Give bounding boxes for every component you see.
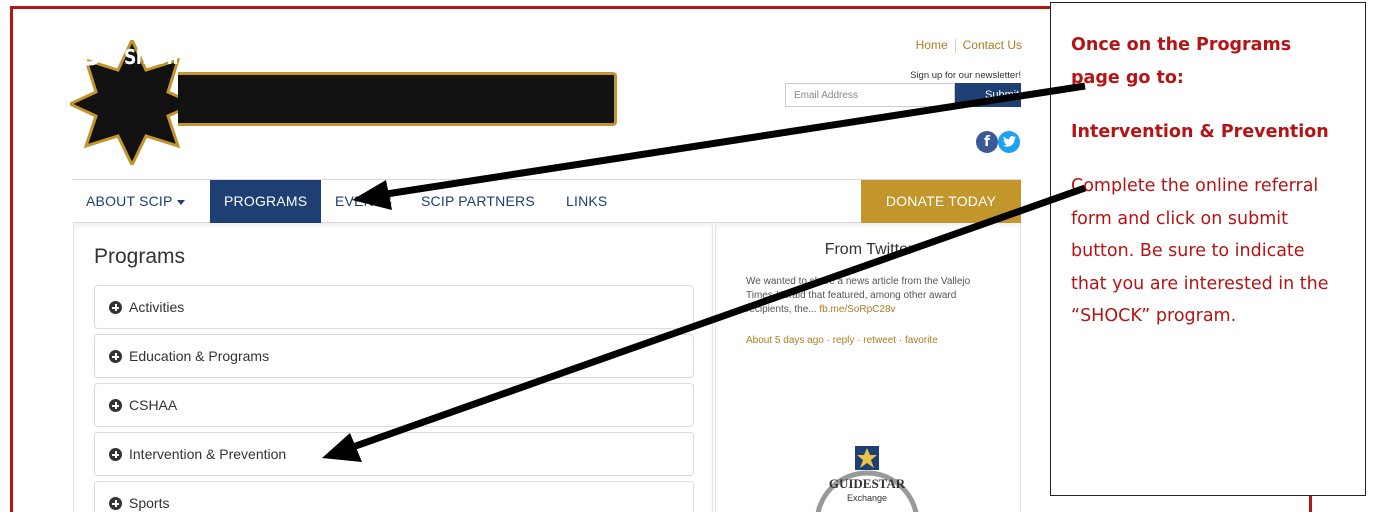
accordion-cshaa[interactable]: CSHAA (94, 383, 694, 427)
plus-circle-icon (109, 350, 122, 363)
callout-heading: Once on the Programs page go to: (1071, 35, 1292, 88)
accordion-activities[interactable]: Activities (94, 285, 694, 329)
instruction-callout: Once on the Programs page go to: Interve… (1050, 2, 1366, 496)
main-nav: ABOUT SCIP PROGRAMS EVENTS SCIP PARTNERS… (73, 179, 1021, 223)
page-title: Programs (94, 245, 186, 268)
nav-about-label: ABOUT SCIP (86, 193, 173, 209)
link-divider (954, 38, 956, 53)
plus-circle-icon (109, 448, 122, 461)
logo-title: Sheriff's Community Impact Program (124, 45, 466, 69)
twitter-panel: From Twitter We wanted to share a news a… (715, 223, 1021, 512)
plus-circle-icon (109, 301, 122, 314)
accordion-label: Education & Programs (129, 348, 270, 364)
nav-links[interactable]: LINKS (566, 180, 607, 223)
nav-events[interactable]: EVENTS (335, 180, 392, 223)
accordion-label: Intervention & Prevention (129, 446, 287, 462)
accordion-label: Sports (129, 495, 170, 511)
accordion-education-programs[interactable]: Education & Programs (94, 334, 694, 378)
contact-link[interactable]: Contact Us (963, 38, 1022, 52)
nav-programs[interactable]: PROGRAMS (210, 180, 322, 223)
facebook-icon[interactable]: f (976, 131, 998, 153)
accordion-sports[interactable]: Sports (94, 481, 694, 512)
plus-circle-icon (109, 399, 122, 412)
badge-title: GUIDESTAR (829, 476, 906, 491)
newsletter-label: Sign up for our newsletter! (910, 70, 1021, 81)
tweet-text: We wanted to share a news article from t… (746, 275, 998, 317)
badge-subtitle: Exchange (847, 493, 887, 503)
tweet-meta[interactable]: About 5 days ago · reply · retweet · fav… (746, 335, 938, 346)
caret-down-icon (176, 199, 185, 205)
nav-partners[interactable]: SCIP PARTNERS (421, 180, 535, 223)
tweet-link[interactable]: fb.me/SoRpC28v (819, 304, 895, 315)
submit-button[interactable]: Submit (955, 83, 1021, 107)
accordion-intervention-prevention[interactable]: Intervention & Prevention (94, 432, 694, 476)
guidestar-badge[interactable]: GUIDESTAR Exchange (807, 428, 927, 512)
nav-about[interactable]: ABOUT SCIP (86, 180, 185, 223)
email-field[interactable] (785, 83, 955, 107)
accordion-label: Activities (129, 299, 185, 315)
callout-step: Intervention & Prevention (1071, 122, 1329, 142)
logo-banner (178, 72, 617, 126)
logo-mark: SCIP (26, 46, 101, 81)
utility-links: Home Contact Us (916, 38, 1022, 53)
programs-panel: Programs Activities Education & Programs… (73, 223, 713, 512)
plus-circle-icon (109, 497, 122, 510)
twitter-heading: From Twitter (824, 241, 914, 258)
donate-button[interactable]: DONATE TODAY (861, 180, 1021, 223)
twitter-icon[interactable] (998, 131, 1020, 153)
callout-body: Complete the online referral form and cl… (1071, 176, 1329, 326)
accordion-label: CSHAA (129, 397, 178, 413)
home-link[interactable]: Home (916, 38, 948, 52)
